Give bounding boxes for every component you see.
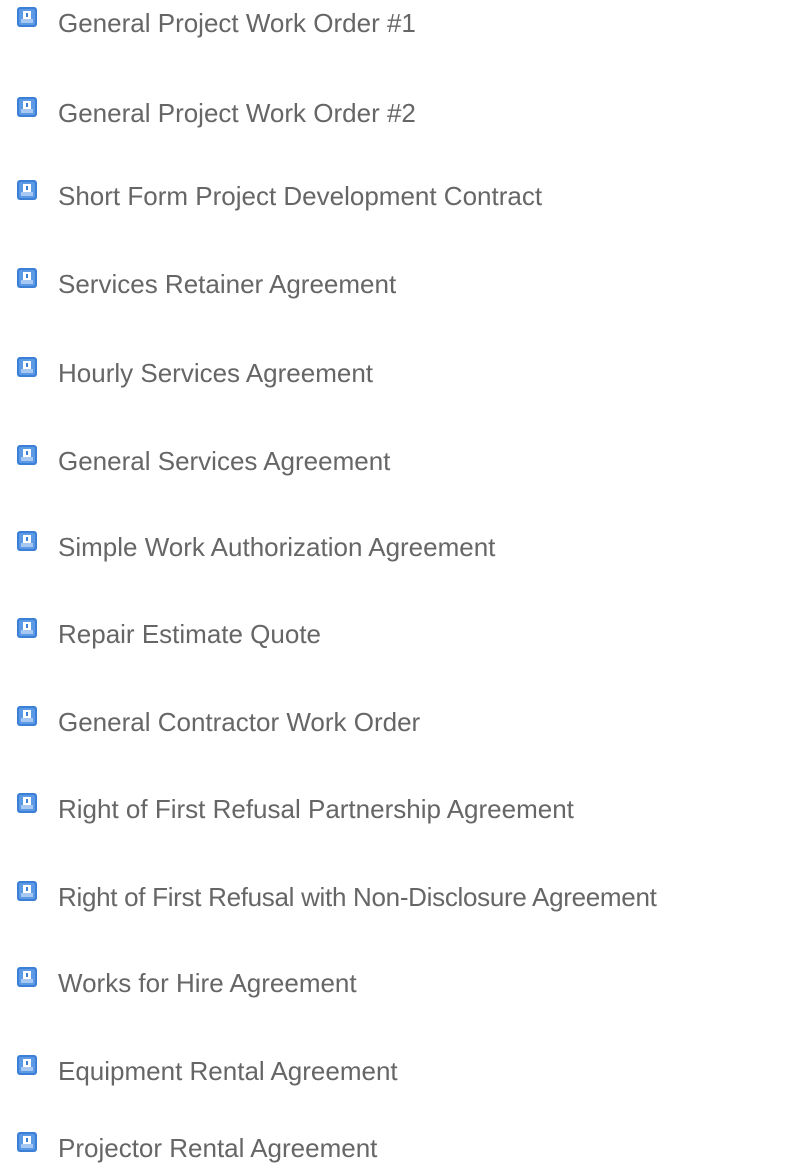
list-item-label: Projector Rental Agreement bbox=[58, 1133, 378, 1163]
document-template-icon bbox=[17, 268, 37, 288]
document-template-icon bbox=[17, 180, 37, 200]
list-item-label: Works for Hire Agreement bbox=[58, 968, 357, 998]
list-item-label: General Contractor Work Order bbox=[58, 707, 421, 737]
document-template-icon bbox=[17, 7, 37, 27]
list-item-label: Repair Estimate Quote bbox=[58, 619, 322, 649]
list-item-label: Equipment Rental Agreement bbox=[58, 1056, 398, 1086]
list-item-label: Right of First Refusal with Non-Disclosu… bbox=[58, 882, 657, 912]
document-template-icon bbox=[17, 881, 37, 901]
document-template-icon bbox=[17, 97, 37, 117]
document-template-icon bbox=[17, 618, 37, 638]
list-item-label: General Services Agreement bbox=[58, 446, 391, 476]
document-template-icon bbox=[17, 706, 37, 726]
document-template-icon bbox=[17, 357, 37, 377]
document-template-icon bbox=[17, 1132, 37, 1152]
list-item-label: Hourly Services Agreement bbox=[58, 358, 374, 388]
document-template-icon bbox=[17, 531, 37, 551]
document-template-icon bbox=[17, 1055, 37, 1075]
document-template-icon bbox=[17, 445, 37, 465]
document-template-icon bbox=[17, 967, 37, 987]
list-item-label: General Project Work Order #1 bbox=[58, 8, 416, 38]
list-item-label: General Project Work Order #2 bbox=[58, 98, 416, 128]
list-item-label: Simple Work Authorization Agreement bbox=[58, 532, 496, 562]
list-item-label: Services Retainer Agreement bbox=[58, 269, 397, 299]
document-template-icon bbox=[17, 793, 37, 813]
list-item-label: Right of First Refusal Partnership Agree… bbox=[58, 794, 574, 824]
list-item-label: Short Form Project Development Contract bbox=[58, 181, 543, 211]
